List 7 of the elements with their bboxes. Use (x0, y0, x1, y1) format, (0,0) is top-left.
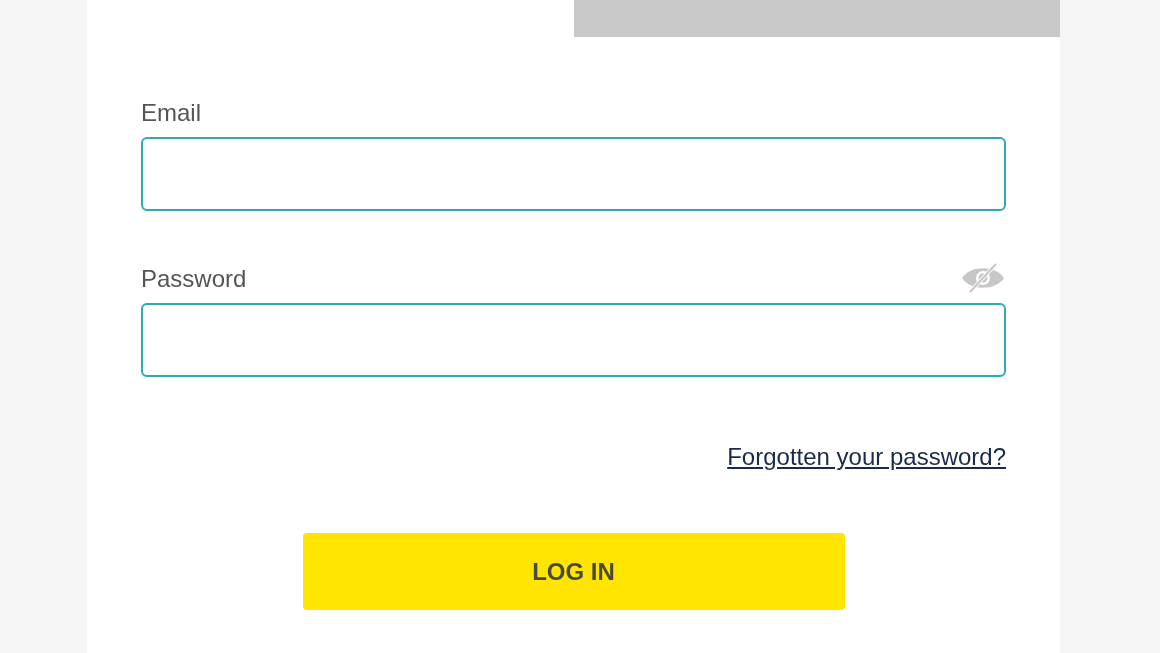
email-field[interactable] (141, 137, 1006, 211)
forgot-password-link[interactable]: Forgotten your password? (727, 439, 1006, 475)
field-label: Email (141, 101, 201, 125)
login-button[interactable]: LOG IN (302, 533, 845, 610)
hidden-eye-icon[interactable] (960, 261, 1006, 295)
password-field[interactable] (141, 303, 1006, 377)
field-label: Password (141, 267, 247, 291)
